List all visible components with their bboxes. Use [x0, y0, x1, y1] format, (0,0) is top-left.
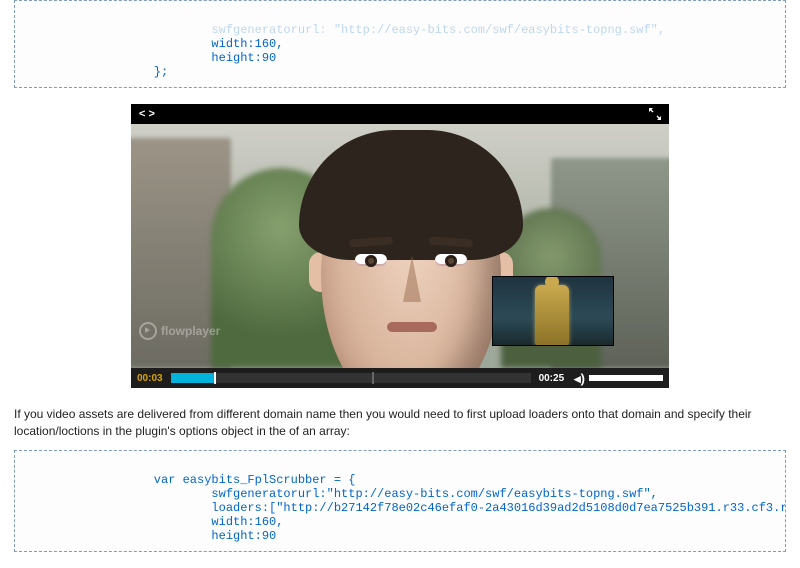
video-player: < > flowplayer [131, 104, 669, 388]
code-line: swfgeneratorurl: "http://easy-bits.com/s… [125, 23, 665, 37]
code-line: width:160, [125, 37, 283, 51]
seek-knob[interactable] [214, 372, 216, 384]
thumbnail-art [493, 277, 613, 345]
player-controls: 00:03 00:25 ◂) [131, 368, 669, 388]
code-line: width:160, [125, 515, 283, 529]
player-top-bar: < > [131, 104, 669, 124]
time-elapsed: 00:03 [131, 373, 169, 384]
paragraph-explain: If you video assets are delivered from d… [14, 406, 786, 440]
code-line: var easybits_FplScrubber = { [125, 473, 355, 487]
video-canvas[interactable]: flowplayer [131, 124, 669, 368]
code-line: loaders:["http://b27142f78e02c46efaf0-2a… [125, 501, 786, 515]
flowplayer-watermark: flowplayer [139, 322, 220, 340]
speaker-icon[interactable]: ◂) [574, 372, 585, 385]
code-block-top: swfgeneratorurl: "http://easy-bits.com/s… [14, 0, 786, 88]
code-line: }; [125, 65, 168, 79]
preview-thumbnail[interactable] [492, 276, 614, 346]
embed-icon[interactable]: < > [139, 109, 155, 120]
seek-mid-marker [372, 372, 374, 384]
time-total: 00:25 [533, 373, 571, 384]
code-block-bottom: var easybits_FplScrubber = { swfgenerato… [14, 450, 786, 552]
seek-played [171, 373, 214, 383]
code-line: height:90 [125, 529, 276, 543]
brand-label: flowplayer [161, 324, 220, 338]
volume-control[interactable]: ◂) [570, 372, 669, 385]
code-line: height:90 [125, 51, 276, 65]
seek-bar[interactable] [171, 373, 531, 383]
fullscreen-icon[interactable] [649, 108, 661, 120]
code-line: swfgeneratorurl:"http://easy-bits.com/sw… [125, 487, 658, 501]
play-icon [139, 322, 157, 340]
volume-bar[interactable] [589, 375, 663, 381]
